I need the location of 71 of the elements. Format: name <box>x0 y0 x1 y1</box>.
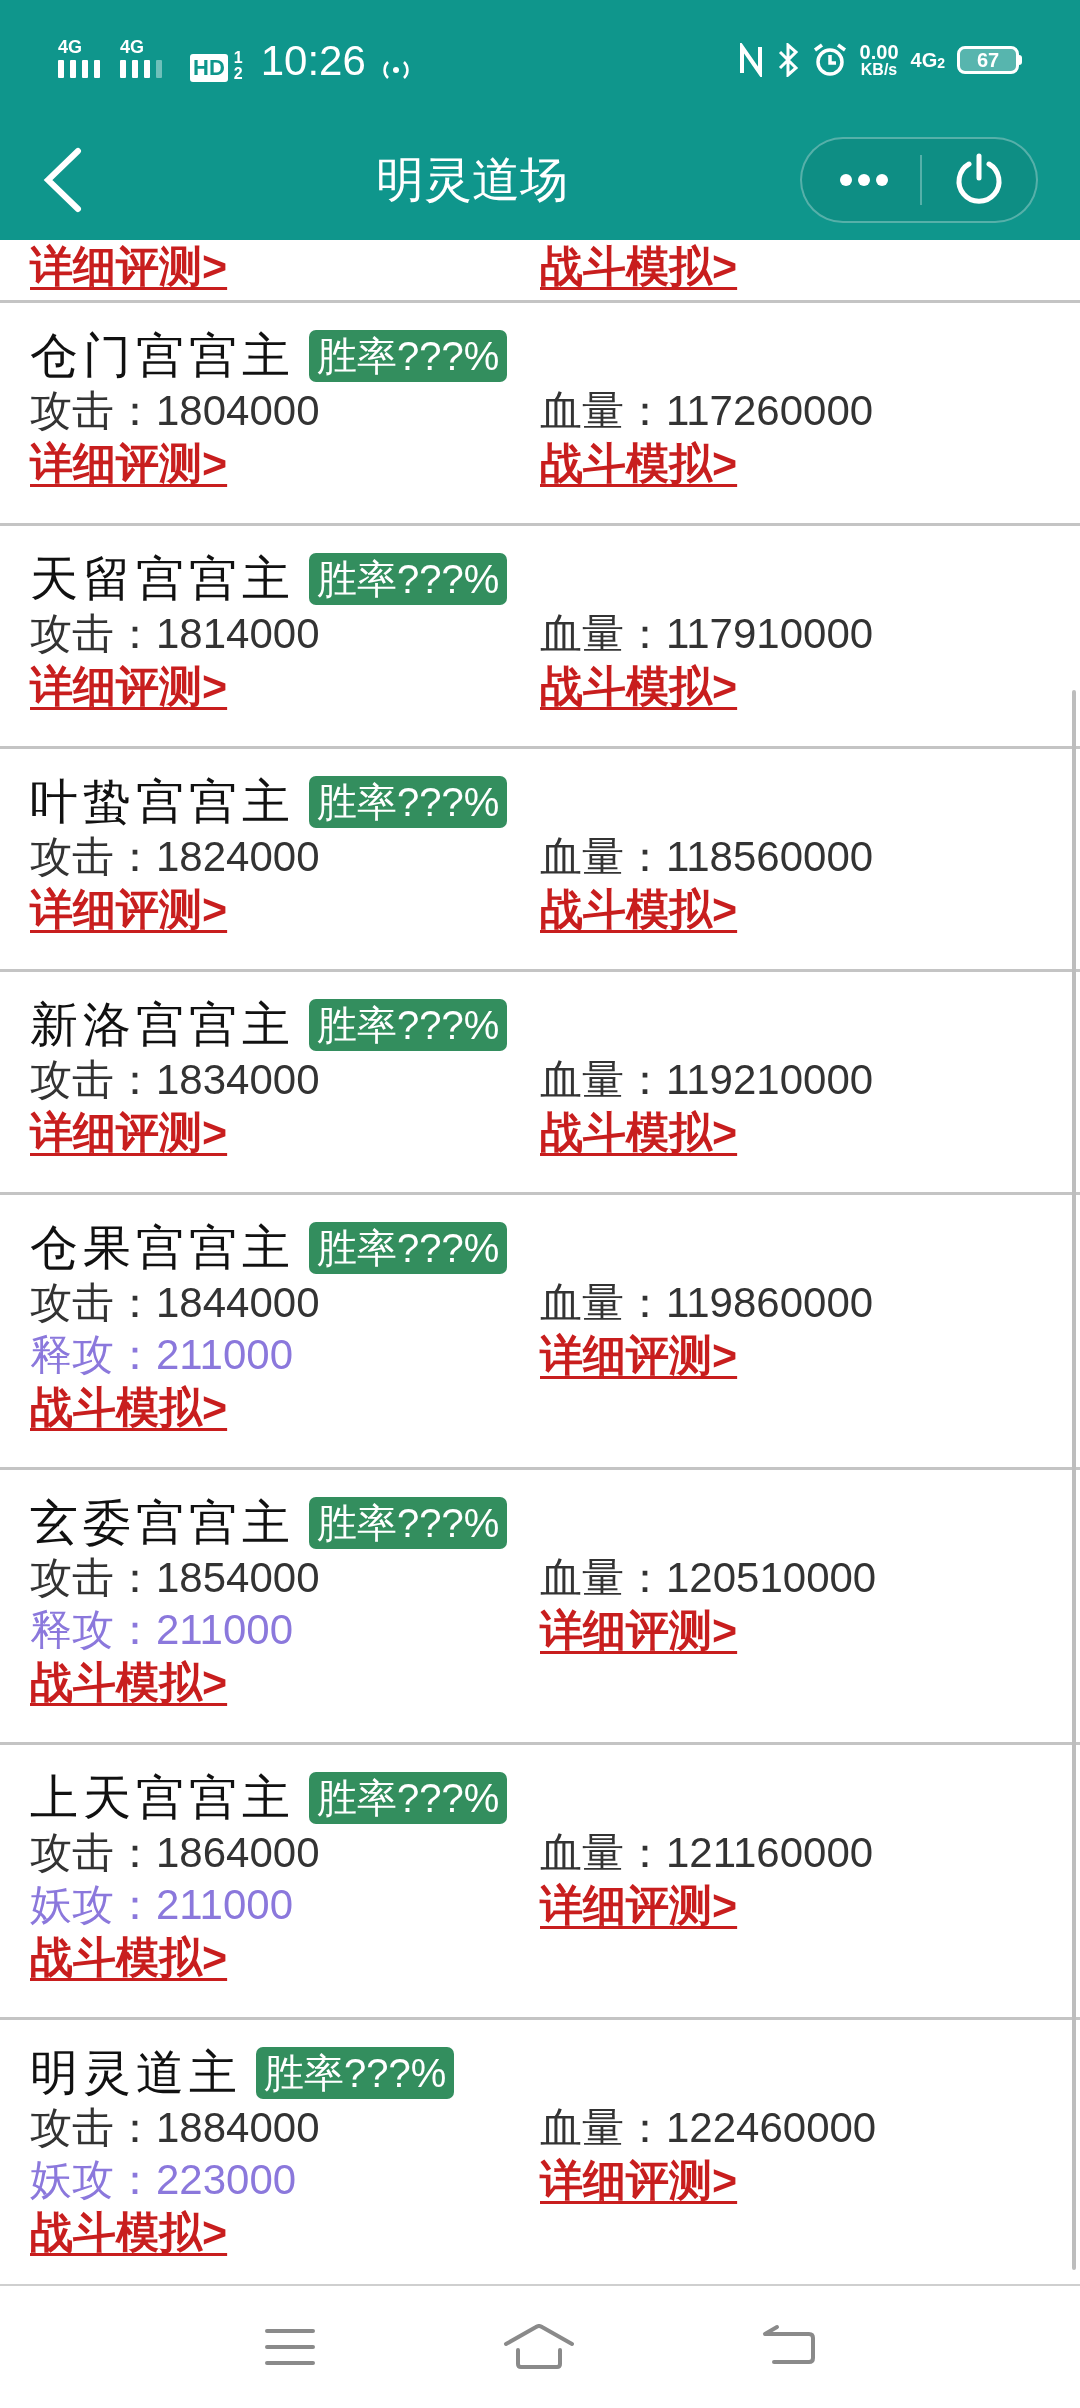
boss-name: 天留宫宫主 <box>30 555 295 603</box>
bonus-stat-text: 释攻：211000 <box>30 1334 294 1376</box>
card-link[interactable]: 战斗模拟> <box>30 1385 228 1429</box>
card-link[interactable]: 战斗模拟> <box>540 887 738 931</box>
sim-label: 1 <box>233 50 243 66</box>
win-rate-badge: 胜率???% <box>309 776 508 828</box>
boss-name: 上天宫宫主 <box>30 1774 295 1822</box>
network-label: 4G <box>910 50 938 70</box>
win-rate-badge: 胜率???% <box>309 999 508 1051</box>
menu-icon[interactable] <box>263 2327 316 2367</box>
speed-unit: KB/s <box>860 62 898 78</box>
win-rate-badge: 胜率???% <box>309 1497 508 1549</box>
stat-text: 血量：120510000 <box>540 1557 877 1599</box>
network-label: 4G <box>120 38 144 56</box>
card-link[interactable]: 详细评测> <box>30 244 228 288</box>
card-link[interactable]: 战斗模拟> <box>540 664 738 708</box>
sim-label: 2 <box>937 56 945 70</box>
stat-text: 血量：117260000 <box>540 390 874 432</box>
network-label: 4G <box>58 38 82 56</box>
card-link[interactable]: 详细评测> <box>30 1110 228 1154</box>
boss-name: 新洛宫宫主 <box>30 1001 295 1049</box>
back-icon[interactable] <box>42 147 84 213</box>
boss-name: 叶蛰宫宫主 <box>30 778 295 826</box>
stat-text: 血量：119860000 <box>540 1282 874 1324</box>
card-link[interactable]: 战斗模拟> <box>540 1110 738 1154</box>
sim-label: 2 <box>233 66 243 82</box>
stat-text: 攻击：1804000 <box>30 390 320 432</box>
card-link[interactable]: 战斗模拟> <box>540 244 738 288</box>
stat-text: 攻击：1884000 <box>30 2107 320 2149</box>
card-link[interactable]: 详细评测> <box>30 887 228 931</box>
card-link[interactable]: 战斗模拟> <box>30 2210 228 2254</box>
boss-name: 明灵道主 <box>30 2049 242 2097</box>
battery-level-text: 67 <box>976 50 1000 70</box>
stat-text: 血量：122460000 <box>540 2107 877 2149</box>
stat-text: 攻击：1824000 <box>30 836 320 878</box>
stat-text: 血量：121160000 <box>540 1832 874 1874</box>
bonus-stat-text: 妖攻：211000 <box>30 1884 294 1926</box>
boss-name: 玄委宫宫主 <box>30 1499 295 1547</box>
bonus-stat-text: 释攻：211000 <box>30 1609 294 1651</box>
card-link[interactable]: 详细评测> <box>30 664 228 708</box>
home-icon[interactable] <box>503 2324 575 2370</box>
nfc-icon <box>737 43 764 77</box>
bonus-stat-text: 妖攻：223000 <box>30 2159 297 2201</box>
speed-text: 0.00 <box>859 42 899 62</box>
card-link[interactable]: 详细评测> <box>540 1333 738 1377</box>
win-rate-badge: 胜率???% <box>309 330 508 382</box>
win-rate-badge: 胜率???% <box>309 1222 508 1274</box>
stat-text: 攻击：1854000 <box>30 1557 320 1599</box>
stat-text: 血量：119210000 <box>540 1059 874 1101</box>
win-rate-badge: 胜率???% <box>309 553 508 605</box>
stat-text: 血量：117910000 <box>540 613 874 655</box>
boss-name: 仓门宫宫主 <box>30 332 295 380</box>
alarm-icon <box>811 42 848 78</box>
card-link[interactable]: 详细评测> <box>540 1608 738 1652</box>
stat-text: 攻击：1834000 <box>30 1059 320 1101</box>
card-link[interactable]: 战斗模拟> <box>30 1935 228 1979</box>
card-link[interactable]: 详细评测> <box>540 2158 738 2202</box>
page-title: 明灵道场 <box>376 156 568 204</box>
stat-text: 攻击：1844000 <box>30 1282 320 1324</box>
card-link[interactable]: 详细评测> <box>540 1883 738 1927</box>
boss-name: 仓果宫宫主 <box>30 1224 295 1272</box>
card-link[interactable]: 详细评测> <box>30 441 228 485</box>
clock-text: 10:26 <box>260 40 366 82</box>
hd-badge: HD <box>190 54 228 82</box>
win-rate-badge: 胜率???% <box>256 2047 455 2099</box>
card-link[interactable]: 战斗模拟> <box>540 441 738 485</box>
card-link[interactable]: 战斗模拟> <box>30 1660 228 1704</box>
stat-text: 攻击：1864000 <box>30 1832 320 1874</box>
stat-text: 攻击：1814000 <box>30 613 320 655</box>
win-rate-badge: 胜率???% <box>309 1772 508 1824</box>
stat-text: 血量：118560000 <box>540 836 874 878</box>
